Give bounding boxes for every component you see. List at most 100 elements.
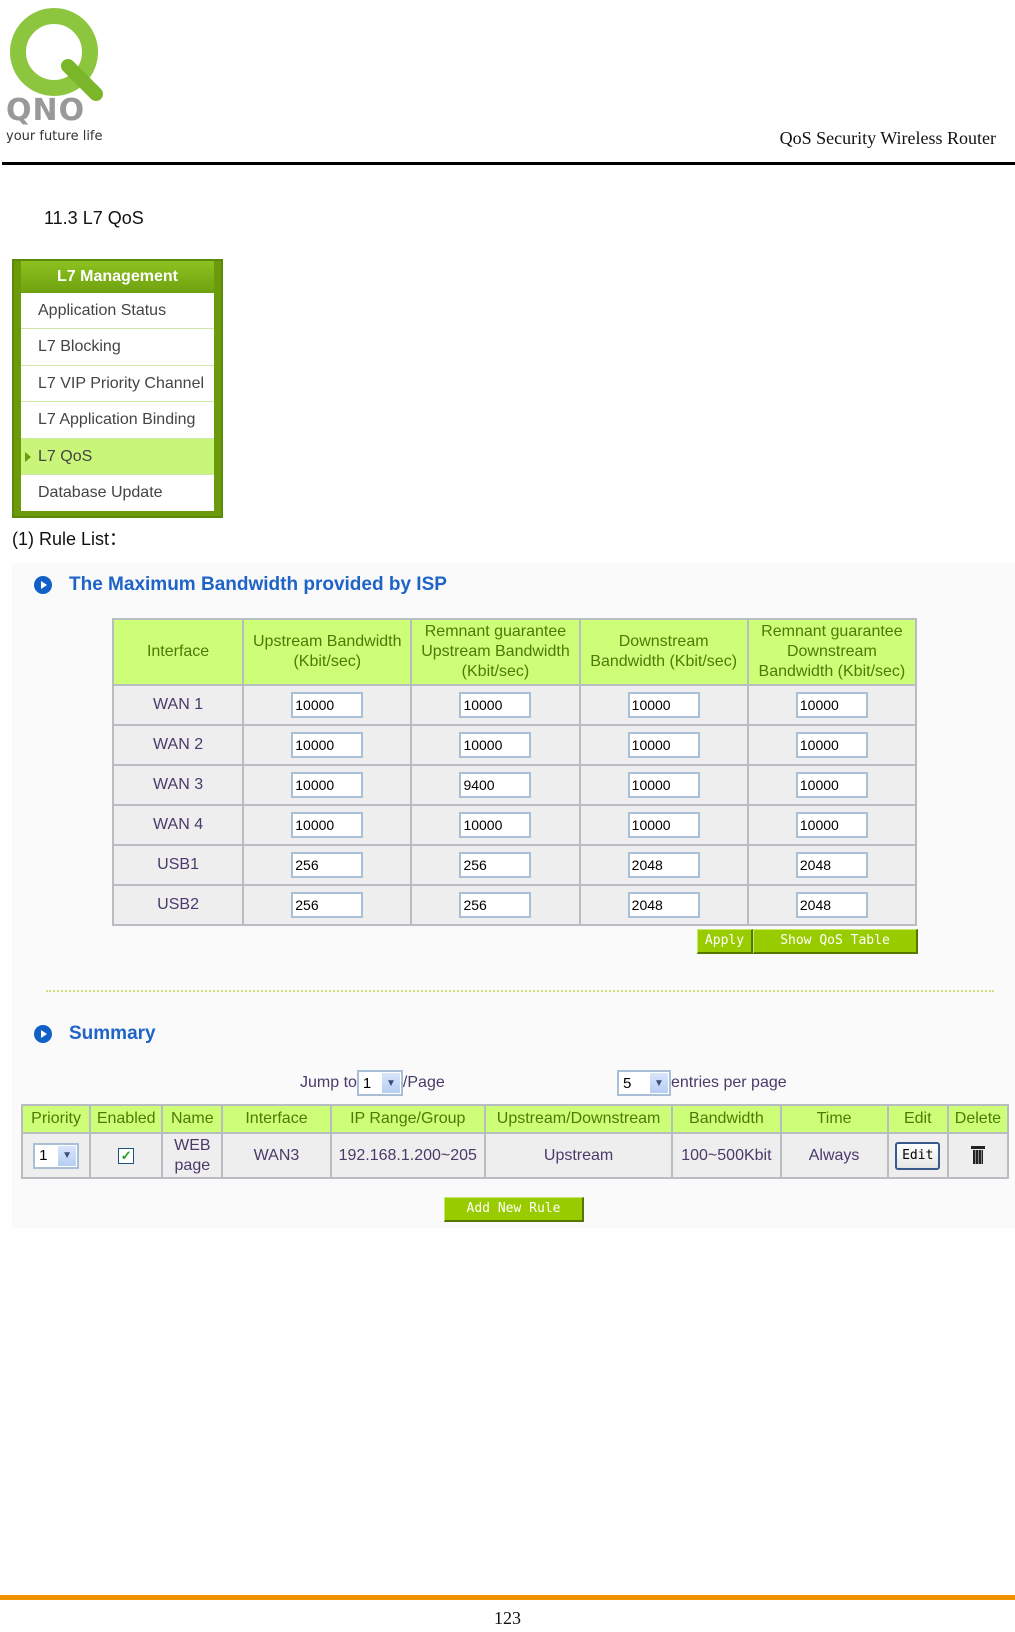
- interface-cell: WAN 1: [111, 684, 245, 726]
- table-header-row: Priority Enabled Name Interface IP Range…: [20, 1104, 1010, 1134]
- interface-cell: WAN 4: [111, 804, 245, 846]
- document-title: QoS Security Wireless Router: [779, 128, 996, 148]
- bandwidth-cell: [410, 844, 581, 886]
- bandwidth-cell: [410, 804, 581, 846]
- bandwidth-cell: [242, 684, 413, 726]
- remnant-downstream-input[interactable]: [795, 772, 868, 798]
- interface-cell: WAN3: [221, 1132, 332, 1179]
- remnant-upstream-input[interactable]: [459, 732, 532, 758]
- upstream-input[interactable]: [291, 732, 364, 758]
- ip-range-cell: 192.168.1.200~205: [329, 1132, 486, 1179]
- svg-text:your future life: your future life: [6, 129, 103, 144]
- remnant-downstream-input[interactable]: [795, 692, 868, 718]
- page-select[interactable]: 1 ▼: [356, 1070, 403, 1096]
- bandwidth-heading-text: The Maximum Bandwidth provided by ISP: [69, 574, 447, 595]
- bandwidth-cell: [746, 844, 918, 886]
- col-remnant-downstream: Remnant guarantee Downstream Bandwidth (…: [746, 618, 918, 686]
- chevron-down-icon: ▼: [381, 1073, 400, 1093]
- bandwidth-section-heading: The Maximum Bandwidth provided by ISP: [34, 574, 447, 596]
- col-direction: Upstream/Downstream: [483, 1104, 674, 1134]
- downstream-input[interactable]: [627, 772, 700, 798]
- bandwidth-cell: [746, 684, 918, 726]
- downstream-input[interactable]: [627, 732, 700, 758]
- menu-item-l7-vip-priority-channel[interactable]: L7 VIP Priority Channel: [21, 366, 214, 403]
- delete-cell: [946, 1132, 1010, 1179]
- bandwidth-cell: [242, 724, 413, 766]
- upstream-input[interactable]: [291, 852, 364, 878]
- table-row: 1 ▼ ✓ WEB page WAN3 192.168.1.200~205 Up…: [20, 1132, 1010, 1179]
- remnant-upstream-input[interactable]: [459, 812, 532, 838]
- remnant-upstream-input[interactable]: [459, 692, 532, 718]
- priority-select[interactable]: 1 ▼: [33, 1142, 80, 1169]
- menu-item-application-status[interactable]: Application Status: [21, 293, 214, 330]
- apply-button[interactable]: Apply: [697, 929, 753, 954]
- l7-management-menu: L7 Management Application Status L7 Bloc…: [12, 259, 223, 518]
- page-number: 123: [494, 1608, 521, 1628]
- upstream-input[interactable]: [291, 772, 364, 798]
- menu-item-l7-blocking[interactable]: L7 Blocking: [21, 329, 214, 366]
- upstream-input[interactable]: [291, 892, 364, 918]
- entries-select[interactable]: 5 ▼: [617, 1070, 671, 1096]
- menu-item-l7-qos[interactable]: L7 QoS: [21, 438, 214, 475]
- table-row: USB2: [111, 884, 918, 926]
- menu-item-label: L7 VIP Priority Channel: [38, 374, 205, 392]
- col-remnant-upstream: Remnant guarantee Upstream Bandwidth (Kb…: [410, 618, 581, 686]
- bandwidth-cell: [746, 764, 918, 806]
- show-qos-table-button[interactable]: Show QoS Table: [753, 929, 918, 954]
- col-ip-range: IP Range/Group: [329, 1104, 486, 1134]
- menu-item-label: L7 Application Binding: [38, 411, 196, 429]
- menu-title: L7 Management: [21, 261, 214, 293]
- page-suffix-label: /Page: [402, 1074, 445, 1091]
- summary-table: Priority Enabled Name Interface IP Range…: [20, 1104, 1010, 1179]
- table-row: WAN 3: [111, 764, 918, 806]
- remnant-upstream-input[interactable]: [459, 892, 532, 918]
- menu-list: Application Status L7 Blocking L7 VIP Pr…: [21, 293, 214, 512]
- header-divider: [2, 162, 1015, 165]
- col-interface: Interface: [221, 1104, 332, 1134]
- downstream-input[interactable]: [627, 692, 700, 718]
- bandwidth-cell: [578, 724, 749, 766]
- edit-cell: Edit: [886, 1132, 949, 1179]
- menu-item-label: L7 Blocking: [38, 338, 121, 356]
- remnant-downstream-input[interactable]: [795, 732, 868, 758]
- downstream-input[interactable]: [627, 892, 700, 918]
- menu-item-l7-application-binding[interactable]: L7 Application Binding: [21, 402, 214, 439]
- priority-cell: 1 ▼: [20, 1132, 92, 1179]
- table-row: WAN 4: [111, 804, 918, 846]
- bandwidth-cell: [746, 724, 918, 766]
- edit-button[interactable]: Edit: [895, 1141, 941, 1170]
- svg-text:QNO: QNO: [6, 93, 85, 128]
- menu-item-label: L7 QoS: [38, 447, 93, 465]
- upstream-input[interactable]: [291, 812, 364, 838]
- remnant-upstream-input[interactable]: [459, 772, 532, 798]
- bandwidth-cell: [242, 884, 413, 926]
- upstream-input[interactable]: [291, 692, 364, 718]
- remnant-downstream-input[interactable]: [795, 892, 868, 918]
- col-name: Name: [161, 1104, 224, 1134]
- table-header-row: Interface Upstream Bandwidth (Kbit/sec) …: [111, 618, 918, 686]
- interface-cell: WAN 2: [111, 724, 245, 766]
- trash-icon[interactable]: [970, 1146, 985, 1165]
- summary-heading-text: Summary: [69, 1023, 156, 1044]
- bandwidth-cell: [578, 764, 749, 806]
- remnant-downstream-input[interactable]: [795, 852, 868, 878]
- interface-cell: USB1: [111, 844, 245, 886]
- table-row: USB1: [111, 844, 918, 886]
- bandwidth-cell: [578, 684, 749, 726]
- remnant-downstream-input[interactable]: [795, 812, 868, 838]
- menu-item-database-update[interactable]: Database Update: [21, 475, 214, 511]
- downstream-input[interactable]: [627, 812, 700, 838]
- enabled-checkbox[interactable]: ✓: [118, 1147, 135, 1164]
- downstream-input[interactable]: [627, 852, 700, 878]
- chevron-down-icon: ▼: [650, 1073, 668, 1093]
- add-new-rule-button[interactable]: Add New Rule: [444, 1197, 584, 1222]
- col-delete: Delete: [946, 1104, 1010, 1134]
- remnant-upstream-input[interactable]: [459, 852, 532, 878]
- bandwidth-cell: [410, 764, 581, 806]
- section-bullet-icon: [34, 576, 52, 594]
- menu-item-label: Database Update: [38, 483, 163, 501]
- section-divider: [46, 990, 994, 992]
- section-heading: 11.3 L7 QoS: [44, 208, 144, 228]
- bandwidth-cell: [578, 804, 749, 846]
- bandwidth-table: Interface Upstream Bandwidth (Kbit/sec) …: [111, 618, 918, 926]
